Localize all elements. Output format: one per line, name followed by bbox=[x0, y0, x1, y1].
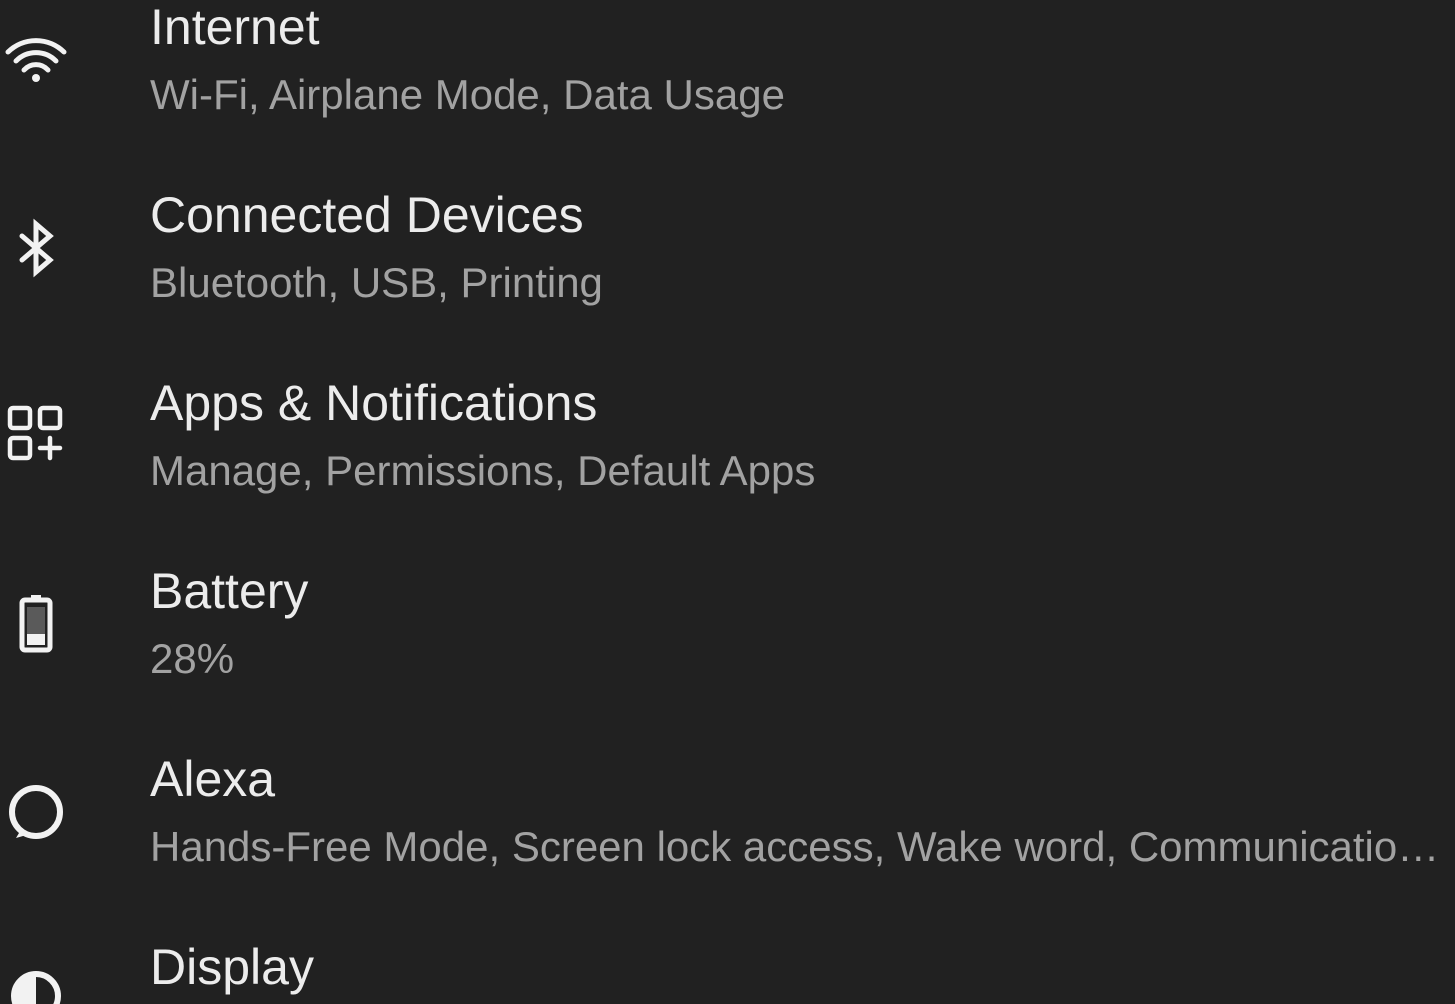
settings-item-battery[interactable]: Battery 28% bbox=[0, 563, 1455, 752]
settings-item-summary: Bluetooth, USB, Printing bbox=[150, 259, 603, 306]
settings-item-title: Internet bbox=[150, 0, 320, 55]
settings-item-title: Alexa bbox=[150, 751, 276, 807]
settings-item-title: Connected Devices bbox=[150, 187, 584, 243]
settings-list: Internet Wi-Fi, Airplane Mode, Data Usag… bbox=[0, 0, 1455, 1004]
settings-item-internet[interactable]: Internet Wi-Fi, Airplane Mode, Data Usag… bbox=[0, 0, 1455, 188]
wifi-icon bbox=[0, 22, 72, 94]
settings-item-summary: Hands-Free Mode, Screen lock access, Wak… bbox=[150, 823, 1440, 870]
settings-item-summary: Manage, Permissions, Default Apps bbox=[150, 447, 816, 494]
bluetooth-icon bbox=[0, 212, 72, 284]
settings-item-title: Apps & Notifications bbox=[150, 375, 598, 431]
display-icon bbox=[0, 960, 72, 1004]
battery-icon bbox=[0, 588, 72, 660]
settings-item-connected-devices[interactable]: Connected Devices Bluetooth, USB, Printi… bbox=[0, 187, 1455, 376]
apps-icon bbox=[0, 398, 72, 470]
settings-item-display[interactable]: Display bbox=[0, 940, 1455, 1004]
settings-item-title: Display bbox=[150, 940, 314, 995]
settings-item-alexa[interactable]: Alexa Hands-Free Mode, Screen lock acces… bbox=[0, 751, 1455, 940]
alexa-icon bbox=[0, 776, 72, 848]
settings-item-apps-notifications[interactable]: Apps & Notifications Manage, Permissions… bbox=[0, 375, 1455, 564]
settings-item-title: Battery bbox=[150, 563, 309, 619]
settings-item-summary: Wi-Fi, Airplane Mode, Data Usage bbox=[150, 71, 785, 118]
settings-item-summary: 28% bbox=[150, 635, 235, 682]
